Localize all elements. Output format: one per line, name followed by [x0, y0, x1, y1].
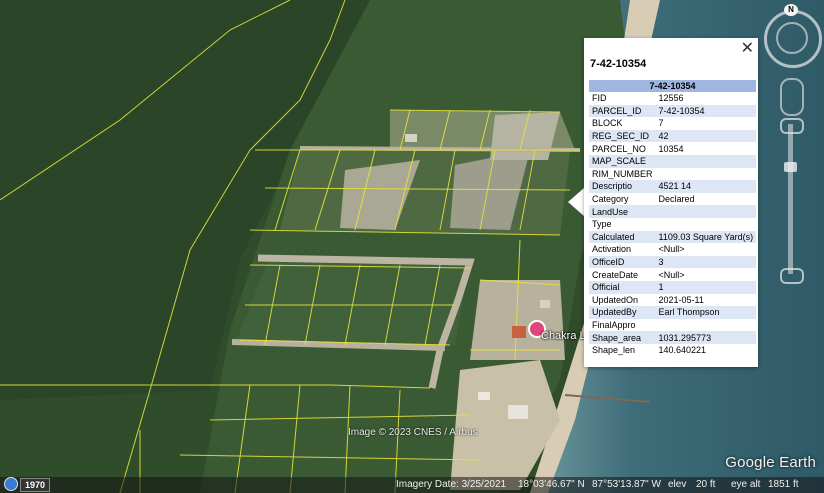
close-icon[interactable]: ✕: [741, 38, 754, 58]
field-value: [656, 319, 757, 332]
table-row: BLOCK 7: [589, 117, 756, 130]
field-name: RIM_NUMBER: [592, 168, 653, 179]
table-row: Official 1: [589, 280, 757, 294]
field-value: [656, 218, 757, 231]
field-name: CreateDate: [592, 269, 639, 280]
field-name: PARCEL_NO: [592, 143, 646, 154]
zoom-slider[interactable]: [788, 124, 793, 274]
field-value: 2021-05-11: [658, 294, 704, 305]
elevation-label: elev: [668, 479, 687, 490]
table-row: Descriptio 4521 14: [589, 180, 757, 193]
table-header: 7-42-10354: [589, 80, 757, 92]
field-value: [655, 154, 757, 168]
table-row: OfficeID 3: [589, 255, 757, 269]
field-name: FinalAppro: [592, 319, 636, 330]
field-name: Category: [592, 194, 629, 205]
longitude: 87°53'13.87" W: [592, 479, 661, 490]
table-row: PARCEL_NO 10354: [589, 142, 756, 155]
table-row: REG_SEC_ID 42: [589, 129, 757, 143]
north-indicator[interactable]: N: [784, 4, 798, 16]
elevation: 20 ft: [696, 479, 716, 490]
field-name: BLOCK: [592, 118, 623, 129]
field-name: UpdatedBy: [589, 306, 656, 319]
field-value: Earl Thompson: [655, 306, 757, 319]
field-name: OfficeID: [589, 255, 656, 269]
historical-imagery-year[interactable]: 1970: [20, 478, 51, 492]
field-name: FID: [592, 93, 607, 104]
table-row: MAP_SCALE: [589, 154, 757, 168]
table-row: UpdatedOn 2021-05-11: [589, 294, 756, 307]
attribute-table: 7-42-10354 FID 12556 PARCEL_ID 7-42-10354 BL…: [589, 80, 757, 357]
field-name: MAP_SCALE: [589, 154, 656, 168]
field-value: 4521 14: [655, 180, 757, 193]
field-value: 7-42-10354: [655, 104, 757, 118]
field-name: Calculated: [589, 230, 656, 244]
imagery-date: Imagery Date: 3/25/2021: [396, 479, 507, 490]
street-view-icon[interactable]: [780, 78, 804, 116]
field-value: 42: [655, 129, 757, 143]
field-name: Activation: [592, 244, 632, 255]
field-value: 1031.295773: [655, 331, 757, 344]
imagery-attribution: Image © 2023 CNES / Airbus: [348, 427, 478, 438]
field-name: Official: [589, 280, 656, 294]
historical-imagery-icon[interactable]: [4, 477, 18, 491]
table-row: LandUse: [589, 205, 757, 218]
field-name: Shape_len: [592, 345, 636, 356]
field-value: 1: [655, 280, 757, 294]
field-name: REG_SEC_ID: [589, 129, 656, 143]
field-name: LandUse: [589, 205, 656, 218]
table-row: Activation <Null>: [589, 243, 756, 256]
field-value: 1109.03 Square Yard(s): [655, 230, 757, 244]
google-earth-logo: Google Earth: [725, 454, 816, 471]
field-value: 7: [658, 118, 664, 129]
eye-altitude: 1851 ft: [768, 479, 799, 490]
table-row: Category Declared: [589, 193, 756, 206]
compass-inner-ring[interactable]: [776, 22, 808, 54]
field-value: 140.640221: [658, 345, 707, 356]
table-row: PARCEL_ID 7-42-10354: [589, 104, 757, 118]
status-bar: Imagery Date: 3/25/2021 18°03'46.67" N 8…: [0, 477, 824, 493]
table-row: UpdatedBy Earl Thompson: [589, 306, 757, 319]
field-value: [655, 205, 757, 218]
field-name: Descriptio: [589, 180, 656, 193]
field-name: Type: [592, 219, 612, 230]
popup-pointer: [568, 188, 584, 216]
field-name: Shape_area: [589, 331, 656, 344]
parcel-info-popup: ✕ 7-42-10354 7-42-10354 FID 12556 PARCEL_I…: [584, 38, 758, 367]
latitude: 18°03'46.67" N: [518, 479, 585, 490]
table-row: Shape_len 140.640221: [589, 344, 756, 357]
table-row: Calculated 1109.03 Square Yard(s): [589, 230, 757, 244]
eye-altitude-label: eye alt: [731, 479, 761, 490]
field-value: [656, 168, 757, 181]
table-row: CreateDate <Null>: [589, 268, 756, 281]
field-value: 3: [655, 255, 757, 269]
field-value: 10354: [658, 143, 684, 154]
field-value: <Null>: [658, 244, 685, 255]
navigation-controls[interactable]: N: [762, 4, 822, 334]
field-value: 12556: [658, 93, 684, 104]
table-row: FID 12556: [589, 92, 756, 105]
table-row: Shape_area 1031.295773: [589, 331, 757, 344]
field-value: Declared: [658, 194, 695, 205]
table-row: Type: [589, 218, 756, 231]
zoom-out-button[interactable]: [780, 268, 804, 284]
zoom-slider-thumb[interactable]: [784, 162, 797, 172]
popup-title: 7-42-10354: [590, 58, 647, 70]
table-row: FinalAppro: [589, 319, 756, 332]
field-name: PARCEL_ID: [589, 104, 656, 118]
table-row: RIM_NUMBER: [589, 168, 756, 181]
placemark-label[interactable]: Chakra L: [541, 330, 586, 342]
field-value: <Null>: [658, 269, 685, 280]
field-name: UpdatedOn: [592, 294, 639, 305]
